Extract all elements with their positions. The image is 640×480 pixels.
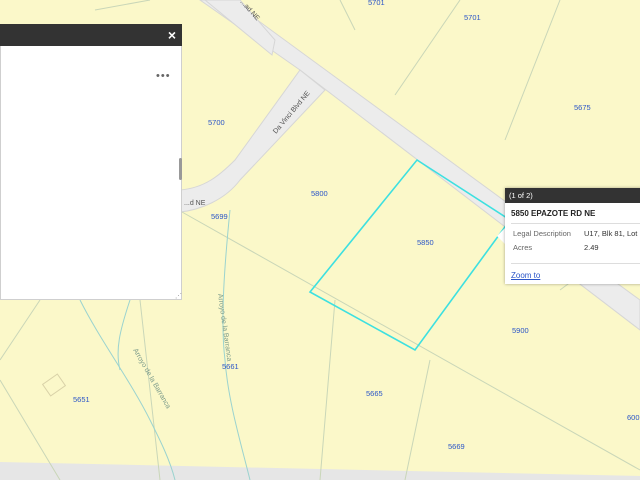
parcel-popup: (1 of 2) 5850 EPAZOTE RD NE Legal Descri… [505, 188, 640, 284]
resize-handle-icon[interactable]: ⋰ [175, 292, 182, 300]
zoom-to-link[interactable]: Zoom to [511, 271, 540, 280]
legal-description-label: Legal Description [513, 229, 571, 238]
more-options-icon[interactable]: ••• [156, 70, 171, 82]
side-panel [0, 24, 182, 300]
parcel-label: 5701 [368, 0, 385, 7]
popup-pointer [497, 228, 505, 244]
acres-label: Acres [513, 243, 533, 252]
parcel-label: 5661 [222, 362, 239, 371]
parcel-label: 5665 [366, 389, 383, 398]
parcel-label: 5675 [574, 103, 591, 112]
parcel-label: 5900 [512, 326, 529, 335]
panel-header: × [0, 24, 182, 46]
popup-header: (1 of 2) [505, 188, 640, 203]
parcel-label: 5669 [448, 442, 465, 451]
parcel-label: 5701 [464, 13, 481, 22]
parcel-label: 5800 [311, 189, 328, 198]
legal-description-value: U17, Blk 81, Lot [584, 229, 638, 238]
acres-value: 2.49 [584, 243, 599, 252]
panel-scrollbar[interactable] [179, 158, 182, 180]
popup-counter: (1 of 2) [509, 191, 533, 200]
parcel-label: 5850 [417, 238, 434, 247]
popup-divider [511, 263, 640, 264]
parcel-label: 5700 [208, 118, 225, 127]
popup-divider [511, 223, 640, 224]
popup-title: 5850 EPAZOTE RD NE [511, 209, 596, 218]
close-icon[interactable]: × [168, 26, 176, 44]
parcel-label: 5651 [73, 395, 90, 404]
parcel-label: 5699 [211, 212, 228, 221]
parcel-label: 600 [627, 413, 640, 422]
road-label: ...d NE [184, 200, 206, 207]
